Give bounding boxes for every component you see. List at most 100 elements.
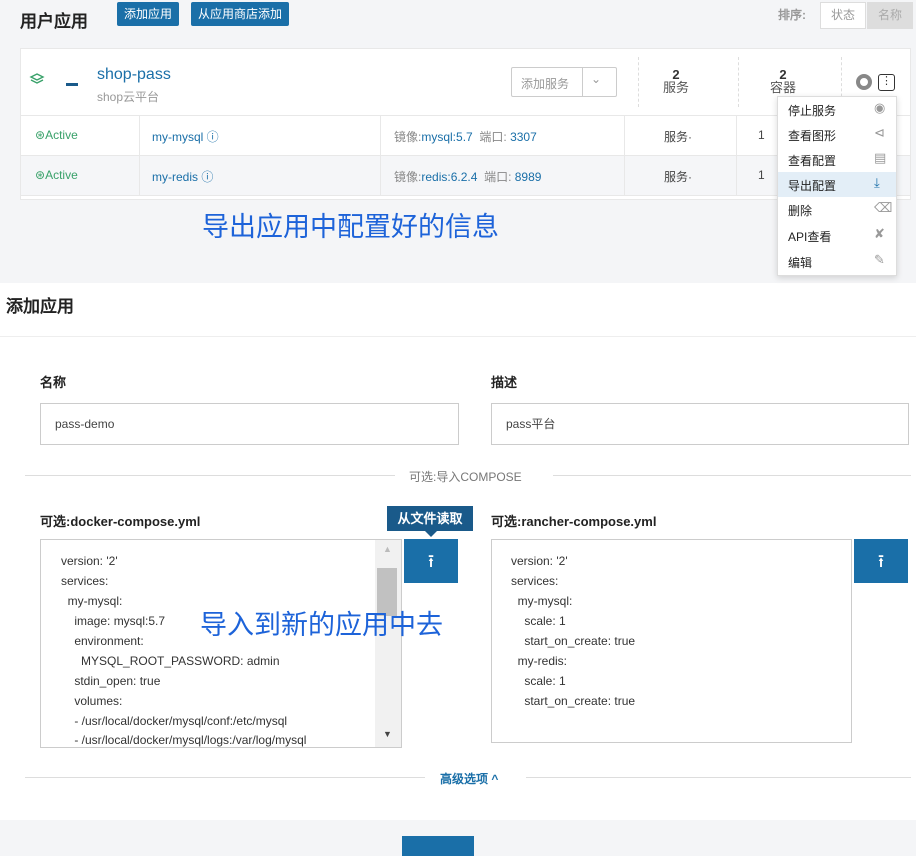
menu-item-label: API查看 [788,230,832,244]
code-line: start_on_create: true [511,634,636,648]
status-badge: ⊛Active [35,128,78,142]
trash-icon: ⌫ [874,200,893,215]
divider [380,116,381,156]
service-name[interactable]: my-redis [152,170,198,184]
code-line: services: [511,574,559,588]
code-line: image: mysql:5.7 [61,614,166,628]
stack-description: shop云平台 [97,90,160,104]
stop-circle-icon[interactable] [856,74,872,90]
image-label: 镜像: [394,170,422,184]
divider [582,68,583,96]
menu-item-label: 查看图形 [788,129,837,143]
docker-compose-label: 可选:docker-compose.yml [40,514,201,529]
containers-count: 2 容器 [753,68,813,95]
add-app-button[interactable]: 添加应用 [117,2,180,26]
port-value[interactable]: 3307 [510,130,537,144]
code-line: services: [61,574,109,588]
name-label: 名称 [40,375,67,390]
services-count: 2 服务 [646,68,706,95]
advanced-options-toggle[interactable]: 高级选项 ^ [440,770,498,787]
description-input[interactable]: pass平台 [491,403,909,445]
service-info: 镜像:mysql:5.7 端口: 3307 [394,128,537,145]
more-actions-icon[interactable]: ⋮ [878,74,895,91]
rancher-compose-label: 可选:rancher-compose.yml [491,514,657,529]
menu-item-stop-service[interactable]: 停止服务 ◉ [778,97,896,122]
divider [738,57,739,107]
scroll-down-icon[interactable]: ▼ [383,729,392,739]
sort-state-button[interactable]: 状态 [820,2,867,29]
service-link[interactable]: my-mysql ⓘ [152,128,219,145]
stack-name[interactable]: shop-pass [97,66,171,84]
port-label: 端口: [479,130,507,144]
status-text: Active [45,128,78,142]
import-compose-divider: 可选:导入COMPOSE [409,470,522,484]
divider [553,475,911,476]
service-name[interactable]: my-mysql [152,130,203,144]
code-line: stdin_open: true [61,674,161,688]
status-text: Active [45,168,78,182]
link-icon: ✘ [874,226,885,241]
divider [638,57,639,107]
add-service-button[interactable]: 添加服务 ⌄ [511,67,617,97]
upload-rancher-compose-button[interactable]: ⭱ [854,539,908,583]
info-icon[interactable]: ⓘ [201,170,213,184]
code-line: environment: [61,634,144,648]
service-info: 镜像:redis:6.2.4 端口: 8989 [394,168,541,185]
divider [25,777,425,778]
code-line: - /usr/local/docker/mysql/logs:/var/log/… [61,733,307,747]
docker-compose-textarea[interactable]: version: '2' services: my-mysql: image: … [40,539,402,748]
menu-item-api-view[interactable]: API查看 ✘ [778,223,896,248]
divider [25,475,395,476]
collapse-icon[interactable] [66,83,78,86]
divider [139,156,140,196]
sort-label: 排序: [778,8,806,22]
code-line: my-mysql: [61,594,123,608]
divider [380,156,381,196]
page-title: 用户应用 [20,12,88,31]
menu-item-delete[interactable]: 删除 ⌫ [778,197,896,222]
menu-item-label: 编辑 [788,256,813,270]
menu-item-label: 查看配置 [788,154,837,168]
name-input[interactable]: pass-demo [40,403,459,445]
code-line: version: '2' [511,554,568,568]
divider [139,116,140,156]
menu-item-view-graph[interactable]: 查看图形 ⊲ [778,122,896,147]
document-icon: ▤ [874,150,887,165]
create-button[interactable] [402,836,474,856]
download-icon: ⤓ [874,175,880,190]
image-value: redis:6.2.4 [421,170,478,184]
container-count: 1 [758,168,765,182]
port-value[interactable]: 8989 [515,170,542,184]
menu-item-label: 停止服务 [788,104,837,118]
divider [736,156,737,196]
upload-docker-compose-button[interactable]: ⭱ [404,539,458,583]
scroll-up-icon[interactable]: ▲ [383,544,392,554]
container-count: 1 [758,128,765,142]
service-kind: 服务· [664,130,692,144]
menu-item-export-config[interactable]: 导出配置 ⤓ [778,172,896,197]
menu-item-label: 导出配置 [788,179,837,193]
rancher-compose-textarea[interactable]: version: '2' services: my-mysql: scale: … [491,539,852,743]
info-icon[interactable]: ⓘ [207,130,219,144]
add-from-store-button[interactable]: 从应用商店添加 [191,2,290,26]
sort-name-button[interactable]: 名称 [867,2,914,29]
add-service-label: 添加服务 [521,77,570,91]
scrollbar[interactable]: ▲ ▼ [375,540,401,747]
divider [736,116,737,156]
code-line: my-redis: [511,654,568,668]
layers-icon [29,73,45,84]
stop-icon: ◉ [874,100,886,115]
service-link[interactable]: my-redis ⓘ [152,168,213,185]
image-label: 镜像: [394,130,422,144]
menu-item-view-config[interactable]: 查看配置 ▤ [778,147,896,172]
actions-menu: 停止服务 ◉ 查看图形 ⊲ 查看配置 ▤ 导出配置 ⤓ 删除 ⌫ API查看 ✘… [777,96,897,276]
chevron-down-icon[interactable]: ⌄ [591,72,601,86]
image-value: mysql:5.7 [421,130,473,144]
user-apps-section: 用户应用 添加应用 从应用商店添加 排序: 状态 名称 shop-pass sh… [0,0,916,283]
menu-item-edit[interactable]: 编辑 ✎ [778,249,896,274]
upload-icon: ⭱ [427,551,435,571]
code-line: my-mysql: [511,594,573,608]
divider [526,777,911,778]
services-count-label: 服务 [662,80,689,95]
code-line: volumes: [61,694,123,708]
